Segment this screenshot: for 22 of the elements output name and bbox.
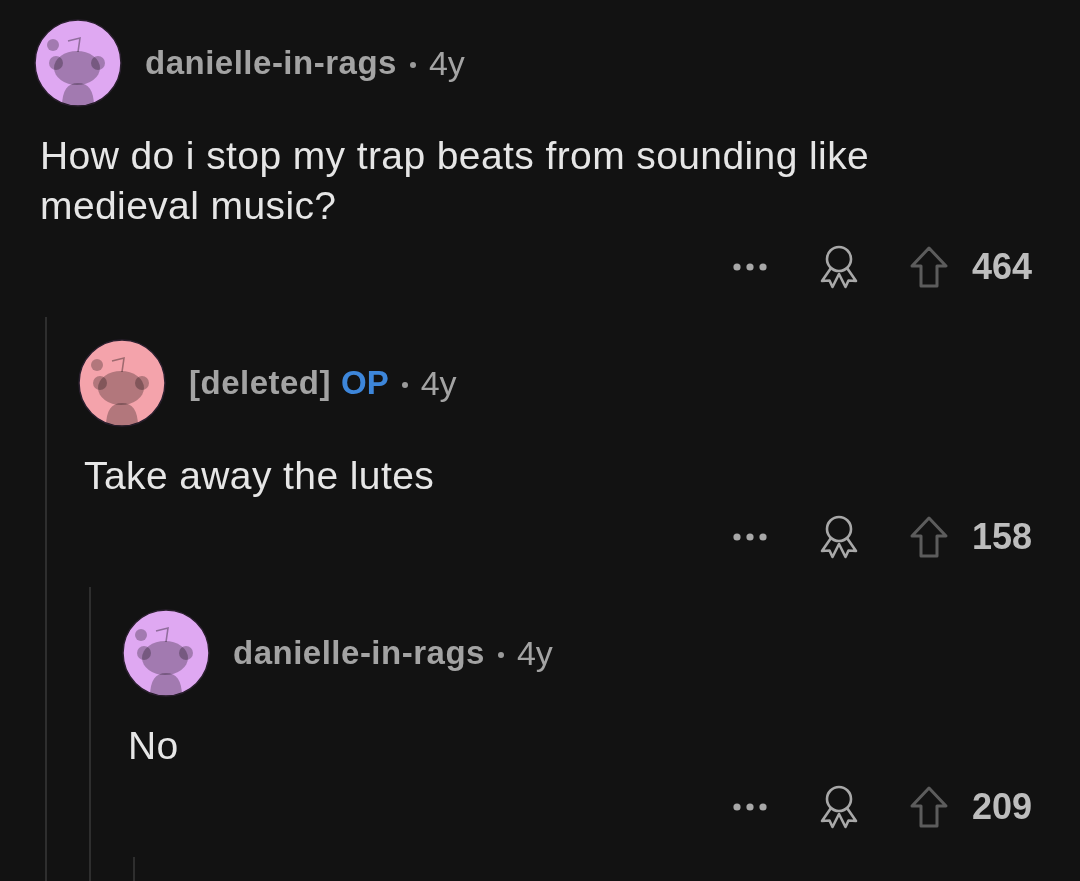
up-arrow-icon — [908, 245, 949, 289]
comment-age: 4y — [428, 42, 465, 84]
separator-dot-icon — [409, 62, 416, 68]
comment-body: No — [127, 723, 180, 769]
more-icon — [732, 803, 767, 811]
more-icon — [732, 263, 767, 271]
username[interactable]: danielle-in-rags — [233, 628, 485, 678]
username[interactable]: [deleted] — [189, 358, 331, 408]
up-arrow-icon — [908, 785, 949, 829]
separator-dot-icon — [497, 652, 504, 658]
more-icon — [732, 533, 767, 541]
vote-count: 209 — [971, 785, 1032, 829]
separator-dot-icon — [401, 382, 408, 388]
comment-age: 4y — [516, 632, 553, 674]
username[interactable]: danielle-in-rags — [145, 38, 397, 88]
vote-count: 158 — [971, 515, 1032, 559]
comment-body: Take away the lutes — [83, 453, 436, 499]
up-arrow-icon — [908, 515, 949, 559]
op-label: OP — [341, 363, 389, 404]
vote-count: 464 — [971, 245, 1032, 289]
comment-body: How do i stop my trap beats from sounding like medieval music? — [39, 133, 871, 229]
comment-age: 4y — [420, 362, 457, 404]
